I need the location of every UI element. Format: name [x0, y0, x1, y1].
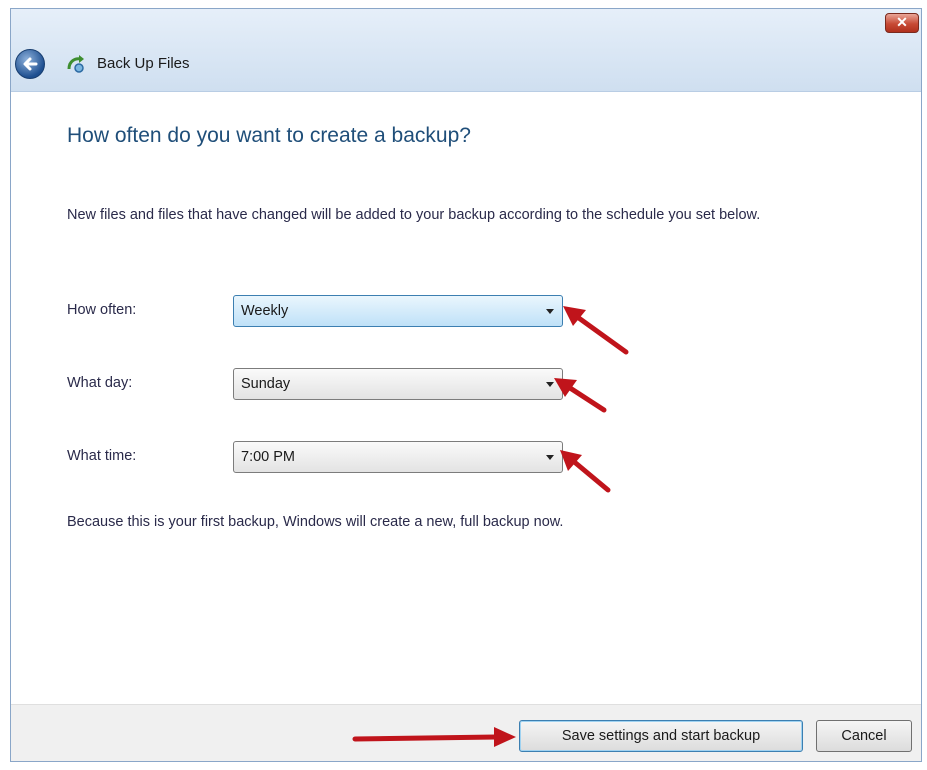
how-often-label: How often:	[67, 302, 137, 318]
what-day-label: What day:	[67, 375, 133, 391]
chevron-down-icon	[546, 382, 554, 387]
backup-icon	[67, 55, 84, 73]
cancel-button[interactable]: Cancel	[816, 720, 912, 752]
first-backup-note: Because this is your first backup, Windo…	[67, 514, 564, 530]
how-often-value: Weekly	[241, 303, 289, 319]
close-button[interactable]: ✕	[885, 13, 919, 33]
back-arrow-icon	[23, 57, 38, 71]
chevron-down-icon	[546, 455, 554, 460]
back-button[interactable]	[15, 49, 45, 79]
close-icon: ✕	[896, 14, 908, 30]
what-time-dropdown[interactable]: 7:00 PM	[233, 441, 563, 473]
how-often-dropdown[interactable]: Weekly	[233, 295, 563, 327]
wizard-footer: Save settings and start backup Cancel	[11, 704, 921, 761]
title-bar: ✕ Back Up Files	[11, 9, 921, 92]
page-description: New files and files that have changed wi…	[67, 207, 761, 223]
what-time-value: 7:00 PM	[241, 449, 295, 465]
window-title: Back Up Files	[97, 55, 190, 72]
chevron-down-icon	[546, 309, 554, 314]
wizard-content: How often do you want to create a backup…	[11, 92, 921, 704]
page-heading: How often do you want to create a backup…	[67, 124, 471, 147]
save-and-start-backup-button[interactable]: Save settings and start backup	[519, 720, 803, 752]
what-day-dropdown[interactable]: Sunday	[233, 368, 563, 400]
what-day-value: Sunday	[241, 376, 291, 392]
backup-wizard-window: ✕ Back Up Files How often do you want to…	[10, 8, 922, 762]
what-time-label: What time:	[67, 448, 137, 464]
